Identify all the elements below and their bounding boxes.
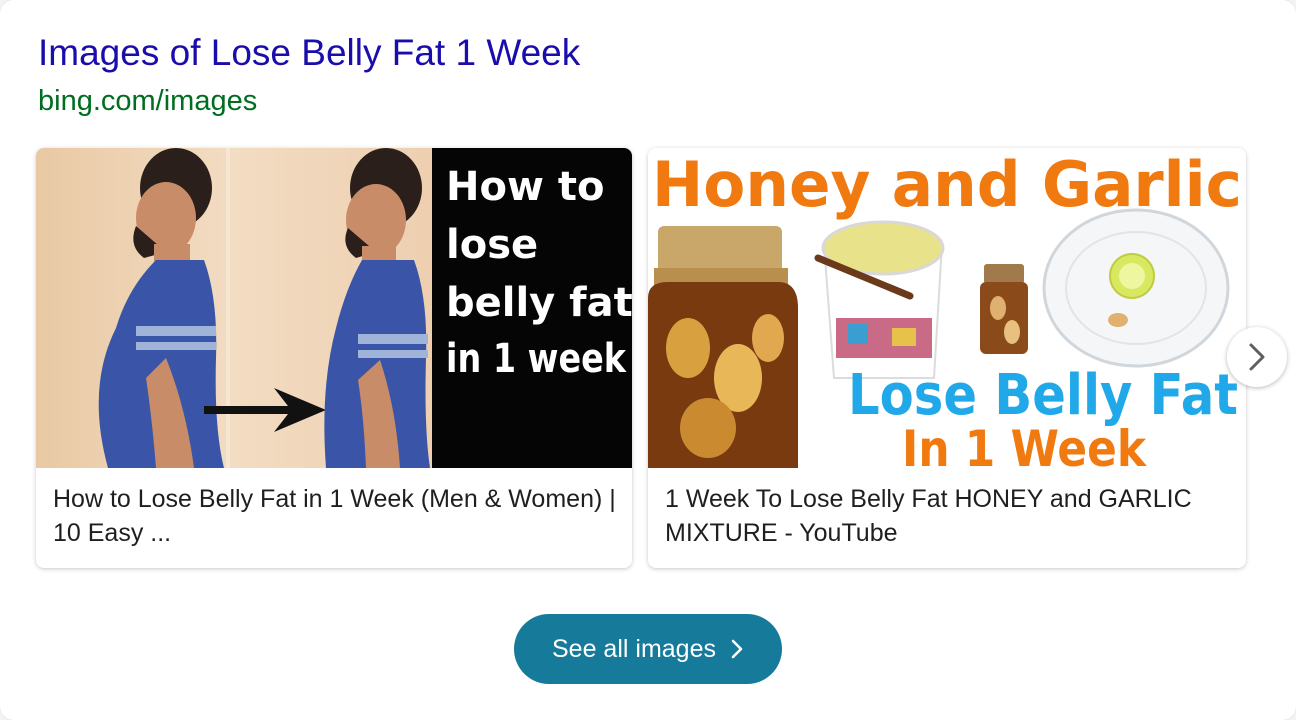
chevron-right-icon: [1249, 343, 1265, 371]
image-card-1[interactable]: How to lose belly fat in 1 week How to L…: [36, 148, 632, 568]
honey-garlic-thumbnail: Honey and Garlic Lose Belly Fat In 1 Wee…: [648, 148, 1246, 468]
glass-bowl: [1042, 208, 1230, 368]
belly-fat-thumbnail: How to lose belly fat in 1 week: [36, 148, 632, 468]
image-results-panel: Images of Lose Belly Fat 1 Week bing.com…: [0, 0, 1296, 720]
thumbnail-text-line-2: lose: [446, 222, 538, 268]
thumbnail-text-line-3: belly fat: [446, 280, 632, 326]
chevron-right-icon: [730, 638, 744, 660]
result-title-link[interactable]: Images of Lose Belly Fat 1 Week: [38, 30, 580, 76]
image-card-2[interactable]: Honey and Garlic Lose Belly Fat In 1 Wee…: [648, 148, 1246, 568]
see-all-label: See all images: [552, 634, 716, 663]
carousel-next-button[interactable]: [1227, 327, 1287, 387]
image-card-2-caption[interactable]: 1 Week To Lose Belly Fat HONEY and GARLI…: [665, 482, 1230, 550]
image-thumbnail-1[interactable]: How to lose belly fat in 1 week: [36, 148, 632, 468]
thumbnail-text-line-1: How to: [446, 164, 604, 210]
small-jar: [980, 264, 1028, 354]
image-card-1-caption[interactable]: How to Lose Belly Fat in 1 Week (Men & W…: [53, 482, 618, 550]
image-thumbnail-2[interactable]: Honey and Garlic Lose Belly Fat In 1 Wee…: [648, 148, 1246, 468]
result-url: bing.com/images: [38, 85, 258, 117]
thumbnail-subline-2: In 1 Week: [902, 420, 1148, 468]
thumbnail-subline-1: Lose Belly Fat: [848, 363, 1238, 428]
thumbnail-text-line-4: in 1 week: [446, 336, 627, 382]
honey-jar: [648, 226, 798, 468]
tea-mug: [814, 220, 945, 379]
see-all-images-button[interactable]: See all images: [514, 614, 782, 684]
